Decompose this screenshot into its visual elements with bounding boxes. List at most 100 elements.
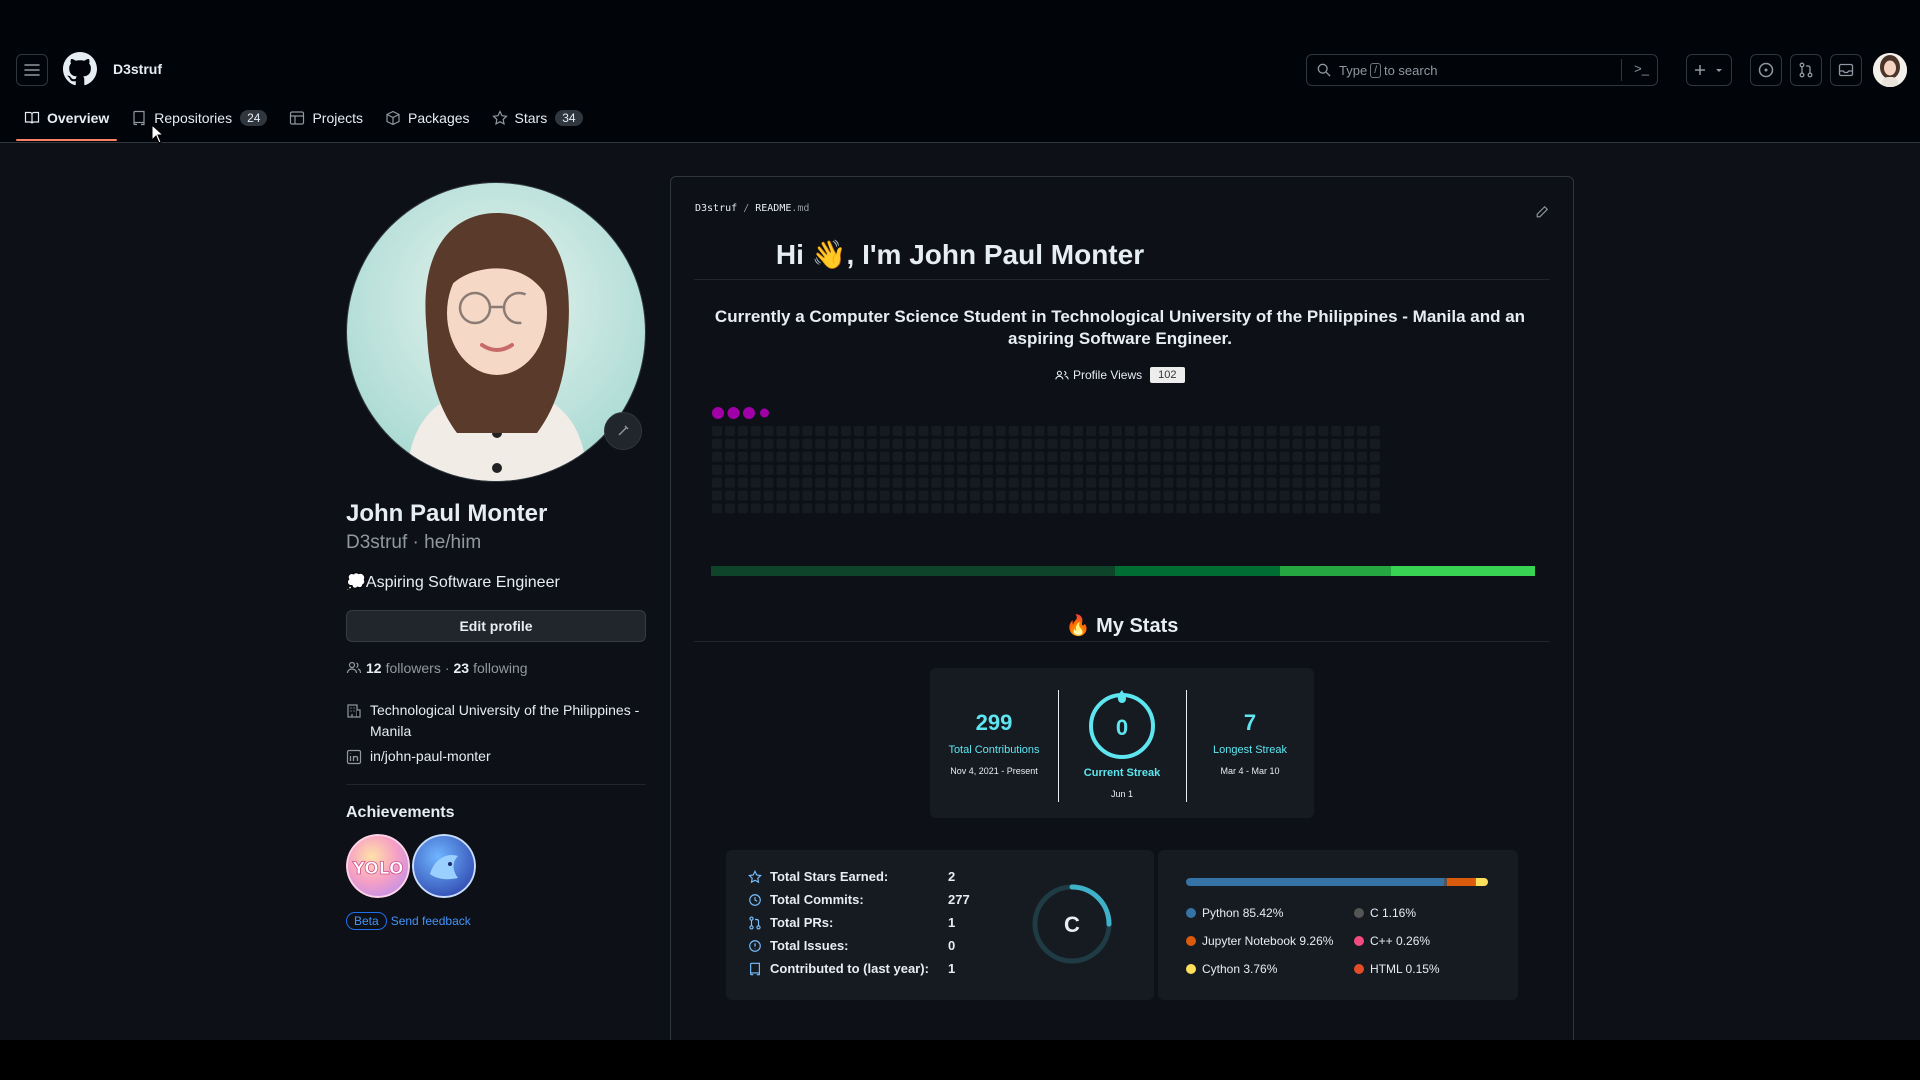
contribution-cell xyxy=(1318,426,1329,436)
contribution-cell xyxy=(1034,477,1045,488)
contribution-cell xyxy=(1047,490,1058,501)
pull-requests-button[interactable] xyxy=(1790,54,1822,86)
linkedin-link[interactable]: in/john-paul-monter xyxy=(370,746,491,767)
language-color-dot xyxy=(1354,964,1364,974)
contribution-cell xyxy=(1111,464,1122,475)
avatar xyxy=(1873,53,1907,87)
contribution-cell xyxy=(982,490,993,501)
stars-count-badge: 34 xyxy=(555,110,583,126)
contribution-cell xyxy=(776,490,787,501)
contribution-cell xyxy=(918,451,929,462)
contribution-cell xyxy=(750,503,761,514)
contribution-cell xyxy=(1021,464,1032,475)
tab-label: Stars xyxy=(514,110,548,126)
contribution-cell xyxy=(1331,451,1342,462)
set-status-button[interactable] xyxy=(604,412,642,450)
context-username[interactable]: D3struf xyxy=(113,61,162,77)
issues-button[interactable] xyxy=(1750,54,1782,86)
contribution-cell xyxy=(763,464,774,475)
user-avatar-button[interactable] xyxy=(1873,53,1907,87)
contribution-cell xyxy=(1344,438,1355,449)
contribution-cell xyxy=(1189,438,1200,449)
language-label: Cython 3.76% xyxy=(1202,962,1278,976)
contribution-cell xyxy=(1008,490,1019,501)
menu-button[interactable] xyxy=(16,54,48,86)
snake-segment xyxy=(743,407,755,419)
status-emoji-icon xyxy=(618,425,629,436)
contribution-cell xyxy=(1331,490,1342,501)
stat-value: 1 xyxy=(948,915,956,930)
tab-projects[interactable]: Projects xyxy=(281,106,371,130)
send-feedback-link[interactable]: Send feedback xyxy=(391,914,471,928)
contribution-cell xyxy=(982,451,993,462)
contribution-cell xyxy=(1021,477,1032,488)
my-stats-heading: 🔥 My Stats xyxy=(1065,615,1179,637)
contribution-cell xyxy=(1008,464,1019,475)
stats-rule xyxy=(694,641,1550,642)
yolo-achievement-badge[interactable]: YOLO xyxy=(346,834,410,898)
current-streak-label: Current Streak xyxy=(1083,767,1161,779)
contribution-cell xyxy=(1344,451,1355,462)
create-new-button[interactable] xyxy=(1686,54,1732,86)
contribution-cell xyxy=(1369,438,1380,449)
inbox-button[interactable] xyxy=(1830,54,1862,86)
contribution-cell xyxy=(1073,426,1084,436)
plus-icon xyxy=(1695,65,1705,75)
contribution-cell xyxy=(853,426,864,436)
search-placeholder-suffix: to search xyxy=(1383,62,1438,78)
search-input[interactable]: Type / to search >_ xyxy=(1306,54,1658,86)
readme-owner-link[interactable]: D3struf xyxy=(695,203,737,214)
contribution-cell xyxy=(1163,438,1174,449)
following-count[interactable]: 23 xyxy=(454,660,470,676)
star-icon xyxy=(748,869,762,883)
contribution-cell xyxy=(1305,503,1316,514)
contribution-cell xyxy=(1073,438,1084,449)
contribution-cell xyxy=(1137,490,1148,501)
tab-overview[interactable]: Overview xyxy=(16,106,117,130)
contribution-cell xyxy=(815,477,826,488)
contribution-cell xyxy=(879,477,890,488)
profile-linkedin[interactable]: in/john-paul-monter xyxy=(346,746,491,767)
table-icon xyxy=(290,111,305,125)
contribution-cell xyxy=(1150,464,1161,475)
contribution-cell xyxy=(1292,503,1303,514)
contribution-cell xyxy=(1086,464,1097,475)
language-color-dot xyxy=(1186,936,1196,946)
tab-repositories[interactable]: Repositories 24 xyxy=(123,106,275,130)
contribution-cell xyxy=(931,438,942,449)
contribution-cell xyxy=(1215,426,1226,436)
contribution-cell xyxy=(802,464,813,475)
tab-stars[interactable]: Stars 34 xyxy=(484,106,591,130)
achievements-title: Achievements xyxy=(346,804,455,821)
github-logo-icon[interactable] xyxy=(63,52,97,86)
command-palette-icon[interactable]: >_ xyxy=(1634,61,1649,76)
tab-packages[interactable]: Packages xyxy=(377,106,477,130)
contribution-cell xyxy=(1163,503,1174,514)
contribution-cell xyxy=(789,451,800,462)
pull-shark-achievement-badge[interactable] xyxy=(412,834,476,898)
followers-link[interactable]: followers xyxy=(386,660,441,676)
contribution-cell xyxy=(815,438,826,449)
stat-label: Total Commits: xyxy=(770,892,864,907)
contribution-bar-segment xyxy=(1279,566,1391,576)
contribution-cell xyxy=(712,503,722,514)
contribution-cell xyxy=(1124,490,1135,501)
contribution-cell xyxy=(1279,464,1290,475)
contribution-cell xyxy=(1202,503,1213,514)
edit-profile-button[interactable]: Edit profile xyxy=(346,610,646,642)
contribution-cell xyxy=(1047,451,1058,462)
followers-count[interactable]: 12 xyxy=(366,660,382,676)
following-link[interactable]: following xyxy=(473,660,527,676)
contribution-cell xyxy=(1060,490,1071,501)
contribution-cell xyxy=(1189,490,1200,501)
contribution-cell xyxy=(957,451,968,462)
heading-rule xyxy=(694,279,1550,280)
contribution-cell xyxy=(879,503,890,514)
stat-label: Contributed to (last year): xyxy=(770,961,929,976)
contribution-cell xyxy=(866,438,877,449)
edit-readme-pencil-icon[interactable] xyxy=(1535,205,1549,219)
contribution-cell xyxy=(712,426,722,436)
contribution-cell xyxy=(995,438,1006,449)
profile-avatar[interactable] xyxy=(346,182,646,482)
contribution-cell xyxy=(944,426,955,436)
